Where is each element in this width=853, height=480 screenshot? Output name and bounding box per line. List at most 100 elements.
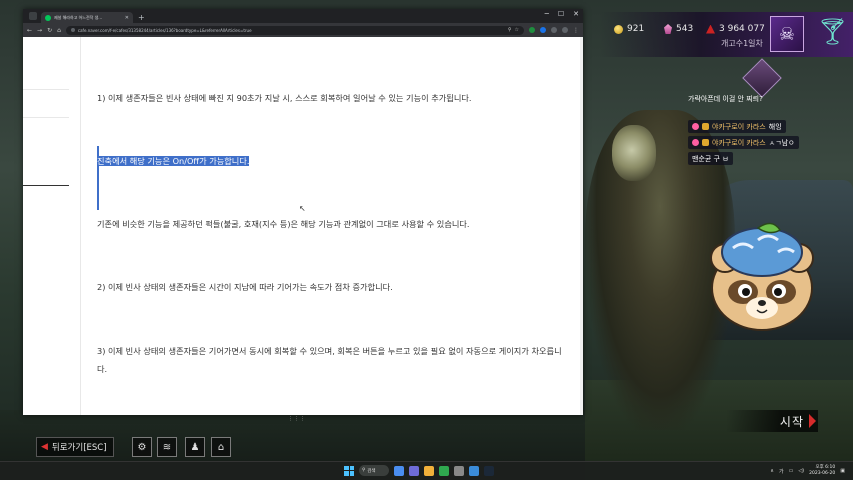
highlighted-text: 진축에서 해당 기능은 On/Off가 가능합니다. [97, 156, 250, 166]
naver-favicon-icon [45, 14, 51, 21]
bloodpoints-counter: 3 964 077 [706, 24, 765, 34]
chat-message: 야카구로이 카라스 ㅅㄱ남ㅇ [688, 136, 799, 149]
heart-badge-icon [692, 123, 699, 130]
app-icon[interactable] [409, 465, 419, 476]
killer-head [612, 125, 656, 181]
raccoon-mascot [710, 222, 814, 331]
extension-icon-2[interactable] [540, 27, 546, 33]
start-button[interactable]: 시작 [726, 410, 818, 432]
tab-menu-icon[interactable] [29, 12, 37, 20]
gear-icon: ⚙ [137, 441, 147, 453]
sidebar-divider [23, 117, 69, 118]
search-icon: ⚲ [362, 468, 366, 473]
minimize-button[interactable]: ─ [545, 10, 549, 18]
taskview-icon[interactable] [394, 465, 404, 476]
tab-title: 제설 해라하고 어느전작 생... [54, 14, 103, 20]
game-screen: 제설 해라하고 어느전작 생... ✕ + ─ ☐ ✕ ← → ↻ ⌂ cafe… [0, 0, 853, 480]
sidebar-divider [23, 89, 69, 90]
zoom-icon[interactable]: ⚲ [508, 27, 512, 33]
player-portrait[interactable]: ☠ [770, 16, 804, 52]
chat-message-top: 가락아픈데 이걸 안 찌릐? [688, 95, 763, 103]
stack-icon: ≋ [162, 441, 172, 453]
taskbar: ⚲ 검색 ∧ 가 ▭ ◁) 오후 6:10 2023-06-20 ▣ [0, 461, 853, 480]
bookmark-star-icon[interactable]: ☆ [515, 27, 519, 33]
gold-badge-icon [702, 123, 709, 130]
network-icon[interactable]: ▭ [789, 468, 794, 474]
close-window-button[interactable]: ✕ [573, 10, 579, 18]
clock-date: 2023-06-20 [809, 471, 836, 476]
site-info-icon[interactable] [70, 28, 75, 32]
store-icon: ⌂ [217, 441, 225, 453]
paragraph-5: 3) 이제 빈사 상태의 생존자들은 기어가면서 동시에 회복할 수 있으며, … [97, 346, 562, 374]
mouse-cursor-icon: ↖ [299, 204, 306, 213]
tray-chevron-icon[interactable]: ∧ [770, 468, 774, 474]
chat-message: 야카구로이 카라스 해잉 [688, 120, 786, 133]
back-button-label: 뒤로가기[ESC] [51, 443, 107, 453]
tab-strip: 제설 해라하고 어느전작 생... ✕ + ─ ☐ ✕ [23, 9, 583, 23]
page-sidebar [23, 37, 81, 415]
back-button[interactable]: ◀ 뒤로가기[ESC] [36, 437, 114, 457]
store-button[interactable]: ⌂ [211, 437, 231, 457]
maximize-button[interactable]: ☐ [558, 10, 564, 18]
browser-toolbar: ← → ↻ ⌂ cafe.naver.com/f-e/cafes/3135824… [23, 23, 583, 37]
auric-cell-icon [614, 24, 623, 34]
window-controls: ─ ☐ ✕ [545, 10, 579, 18]
steam-icon[interactable] [484, 465, 494, 476]
back-icon[interactable]: ← [27, 27, 32, 34]
auric-cells-value: 921 [627, 24, 645, 34]
url-text[interactable]: cafe.naver.com/f-e/cafes/31358244/articl… [78, 28, 505, 33]
forward-icon[interactable]: → [37, 27, 42, 34]
app-icon[interactable] [454, 465, 464, 476]
gold-badge-icon [702, 139, 709, 146]
ime-icon[interactable]: 가 [779, 468, 784, 475]
windows-start-icon[interactable] [344, 465, 354, 476]
chat-text: 맨순균 구 ㅂ [692, 154, 729, 163]
browser-window: 제설 해라하고 어느전작 생... ✕ + ─ ☐ ✕ ← → ↻ ⌂ cafe… [23, 9, 583, 415]
tab-close-icon[interactable]: ✕ [125, 15, 129, 21]
browser-tab[interactable]: 제설 해라하고 어느전작 생... ✕ [41, 12, 133, 23]
sidebar-divider-dark [23, 185, 69, 186]
chat-username: 야카구로이 카라스 [712, 122, 766, 131]
address-bar[interactable]: cafe.naver.com/f-e/cafes/31358244/articl… [65, 25, 524, 35]
reload-icon[interactable]: ↻ [47, 27, 52, 34]
bloodpoints-value: 3 964 077 [719, 24, 765, 34]
character-icon: ♟ [190, 441, 200, 453]
page-scrollbar[interactable] [580, 37, 583, 415]
notification-icon[interactable]: ▣ [840, 468, 845, 474]
extension-icon[interactable] [529, 27, 535, 33]
shards-value: 543 [676, 24, 694, 34]
chat-text: 해잉 [768, 122, 782, 131]
clock[interactable]: 오후 6:10 2023-06-20 [809, 465, 835, 477]
chat-overlay: 야카구로이 카라스 해잉 야카구로이 카라스 ㅅㄱ남ㅇ 맨순균 구 ㅂ [688, 120, 853, 168]
web-page: 1) 이제 생존자들은 빈사 상태에 빠진 지 90초가 지날 시, 스스로 회… [23, 37, 583, 415]
chat-message: 맨순균 구 ㅂ [688, 152, 733, 165]
window-drag-handle[interactable]: ⋮⋮⋮ [288, 416, 305, 422]
chrome-icon[interactable] [439, 465, 449, 476]
character-button[interactable]: ♟ [185, 437, 205, 457]
heart-badge-icon [692, 139, 699, 146]
new-tab-button[interactable]: + [138, 12, 145, 23]
profile-avatar-icon[interactable] [562, 27, 568, 33]
settings-button[interactable]: ⚙ [132, 437, 152, 457]
extensions-puzzle-icon[interactable] [551, 27, 557, 33]
paragraph-1: 1) 이제 생존자들은 빈사 상태에 빠진 지 90초가 지날 시, 스스로 회… [97, 93, 472, 103]
taskbar-apps: ⚲ 검색 [344, 465, 494, 476]
home-icon[interactable]: ⌂ [57, 27, 61, 34]
volume-icon[interactable]: ◁) [798, 468, 804, 474]
chat-username: 야카구로이 카라스 [712, 138, 766, 147]
paragraph-2: 진축에서 해당 기능은 On/Off가 가능합니다. [97, 152, 250, 170]
paragraph-4: 2) 이제 빈사 상태의 생존자들은 시간이 지남에 따라 기어가는 속도가 점… [97, 282, 393, 292]
shards-counter: 543 [664, 24, 693, 34]
taskbar-search[interactable]: ⚲ 검색 [359, 465, 389, 476]
start-button-label: 시작 [779, 414, 804, 429]
loadout-button[interactable]: ≋ [157, 437, 177, 457]
shard-icon [664, 24, 672, 34]
search-label: 검색 [367, 468, 376, 474]
cocktail-glass-icon: 🍸︎ [816, 17, 850, 47]
app-icon[interactable] [469, 465, 479, 476]
back-arrow-icon: ◀ [41, 442, 48, 452]
browser-menu-icon[interactable]: ⋮ [573, 27, 579, 34]
chat-text: ㅅㄱ남ㅇ [768, 138, 795, 147]
file-explorer-icon[interactable] [424, 465, 434, 476]
player-name: 개고수1일차 [721, 39, 763, 48]
